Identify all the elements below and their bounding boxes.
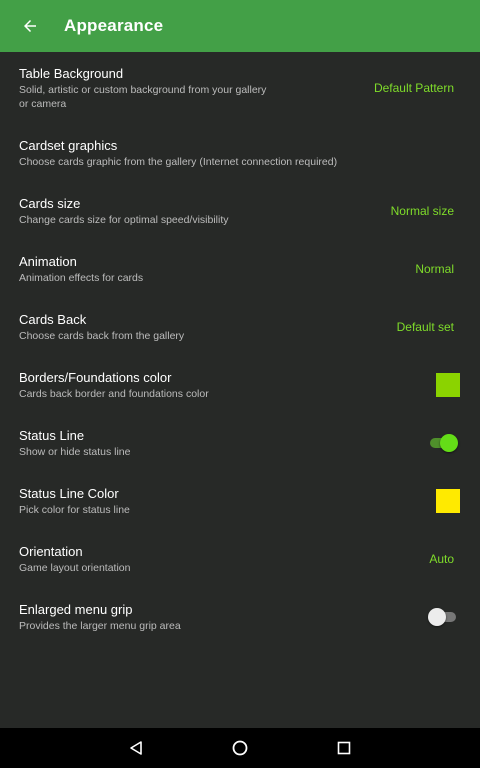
setting-status-line[interactable]: Status Line Show or hide status line xyxy=(0,414,480,472)
setting-text: Animation Animation effects for cards xyxy=(19,254,143,285)
setting-animation[interactable]: Animation Animation effects for cards No… xyxy=(0,240,480,298)
setting-title: Table Background xyxy=(19,65,124,81)
setting-title: Cards Back xyxy=(19,311,87,327)
setting-text: Table Background Solid, artistic or cust… xyxy=(19,66,269,111)
setting-subtitle: Game layout orientation xyxy=(19,561,131,574)
setting-title: Enlarged menu grip xyxy=(19,601,133,617)
enlarged-menu-grip-switch[interactable] xyxy=(428,608,458,626)
setting-cardset-graphics[interactable]: Cardset graphics Choose cards graphic fr… xyxy=(0,124,480,182)
color-swatch[interactable] xyxy=(436,489,460,513)
setting-value: Normal size xyxy=(390,204,454,218)
setting-title: Orientation xyxy=(19,543,83,559)
setting-subtitle: Provides the larger menu grip area xyxy=(19,619,181,632)
setting-subtitle: Animation effects for cards xyxy=(19,271,144,284)
app-window: Appearance Table Background Solid, artis… xyxy=(0,0,480,768)
setting-value: Default Pattern xyxy=(373,81,454,95)
setting-subtitle: Show or hide status line xyxy=(19,445,131,458)
nav-recents-button[interactable] xyxy=(292,728,396,768)
back-button[interactable] xyxy=(4,0,56,52)
status-line-switch[interactable] xyxy=(428,434,458,452)
settings-list: Table Background Solid, artistic or cust… xyxy=(0,52,480,646)
nav-back-button[interactable] xyxy=(84,728,188,768)
setting-text: Borders/Foundations color Cards back bor… xyxy=(19,370,209,401)
arrow-back-icon xyxy=(24,20,36,32)
setting-text: Enlarged menu grip Provides the larger m… xyxy=(19,602,181,633)
switch-thumb xyxy=(428,608,446,626)
setting-title: Status Line xyxy=(19,427,85,443)
setting-value: Normal xyxy=(415,262,454,276)
nav-recents-icon xyxy=(337,741,351,755)
setting-enlarged-menu-grip[interactable]: Enlarged menu grip Provides the larger m… xyxy=(0,588,480,646)
setting-table-background[interactable]: Table Background Solid, artistic or cust… xyxy=(0,52,480,124)
setting-subtitle: Choose cards graphic from the gallery (I… xyxy=(19,155,338,168)
color-swatch[interactable] xyxy=(436,373,460,397)
nav-back-icon xyxy=(130,741,142,755)
nav-home-icon xyxy=(232,740,248,756)
setting-text: Cards size Change cards size for optimal… xyxy=(19,196,229,227)
setting-borders-foundations-color[interactable]: Borders/Foundations color Cards back bor… xyxy=(0,356,480,414)
setting-title: Animation xyxy=(19,253,77,269)
setting-text: Cardset graphics Choose cards graphic fr… xyxy=(19,138,337,169)
setting-value: Auto xyxy=(429,552,454,566)
setting-value: Default set xyxy=(396,320,454,334)
setting-text: Status Line Show or hide status line xyxy=(19,428,130,459)
setting-text: Cards Back Choose cards back from the ga… xyxy=(19,312,184,343)
setting-cards-size[interactable]: Cards size Change cards size for optimal… xyxy=(0,182,480,240)
setting-subtitle: Pick color for status line xyxy=(19,503,130,516)
setting-subtitle: Change cards size for optimal speed/visi… xyxy=(19,213,229,226)
page-title: Appearance xyxy=(64,16,164,35)
switch-thumb xyxy=(440,434,458,452)
setting-subtitle: Choose cards back from the gallery xyxy=(19,329,185,342)
setting-title: Borders/Foundations color xyxy=(19,369,172,385)
app-bar: Appearance xyxy=(0,0,480,52)
setting-title: Status Line Color xyxy=(19,485,119,501)
setting-subtitle: Solid, artistic or custom background fro… xyxy=(19,83,267,110)
setting-text: Orientation Game layout orientation xyxy=(19,544,130,575)
setting-cards-back[interactable]: Cards Back Choose cards back from the ga… xyxy=(0,298,480,356)
nav-home-button[interactable] xyxy=(188,728,292,768)
setting-text: Status Line Color Pick color for status … xyxy=(19,486,130,517)
setting-orientation[interactable]: Orientation Game layout orientation Auto xyxy=(0,530,480,588)
setting-subtitle: Cards back border and foundations color xyxy=(19,387,209,400)
setting-title: Cardset graphics xyxy=(19,137,118,153)
setting-title: Cards size xyxy=(19,195,81,211)
system-nav-bar xyxy=(0,728,480,768)
setting-status-line-color[interactable]: Status Line Color Pick color for status … xyxy=(0,472,480,530)
